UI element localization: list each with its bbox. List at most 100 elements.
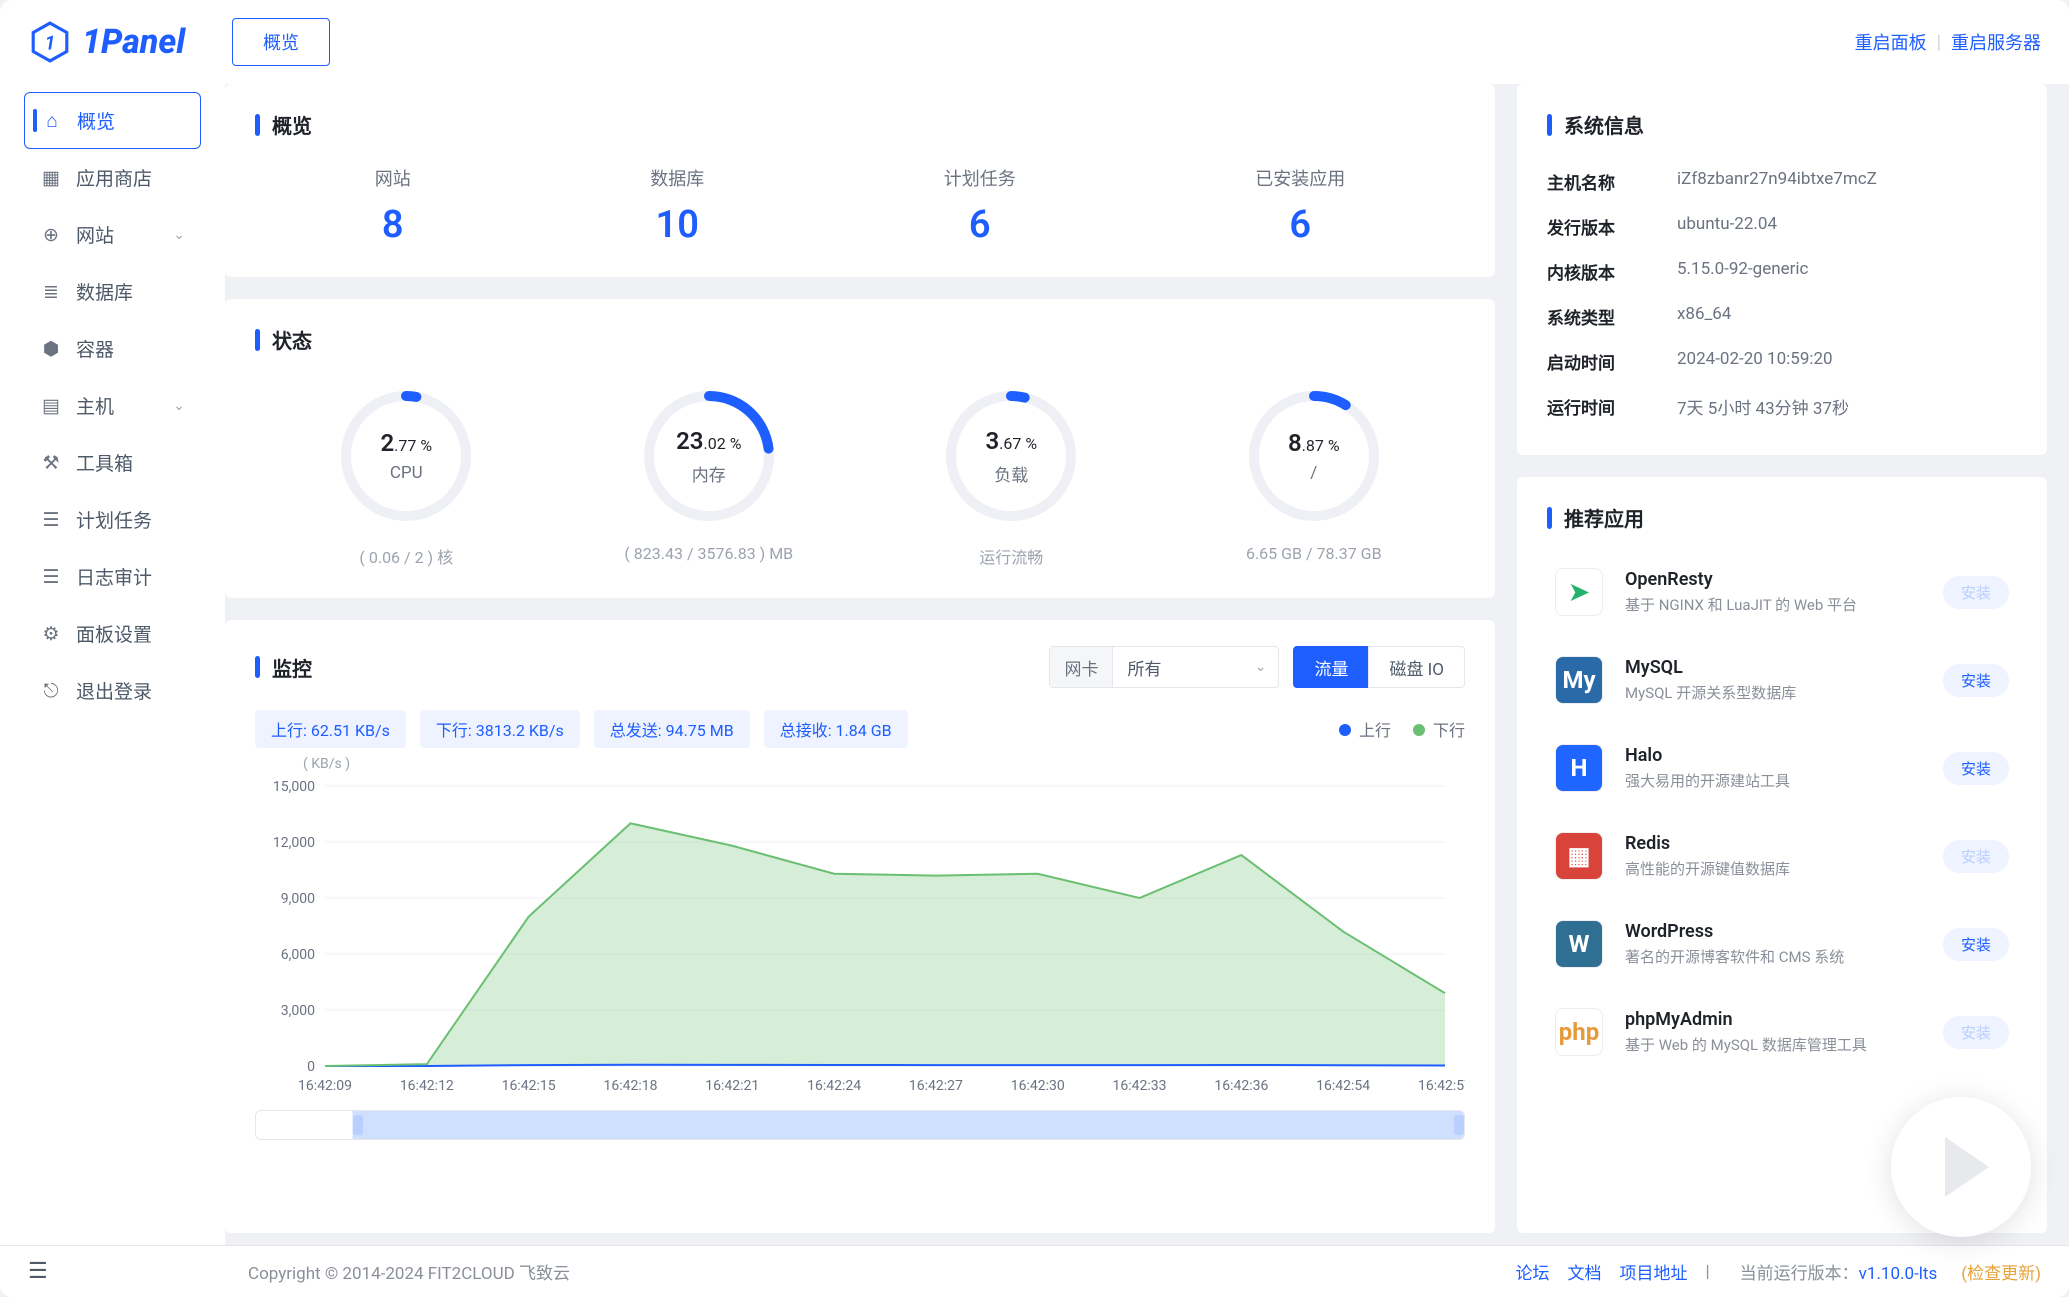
install-button[interactable]: 安装 (1943, 576, 2009, 609)
footer-project-link[interactable]: 项目地址 (1620, 1259, 1688, 1284)
sidebar-item-globe[interactable]: ⊕网站⌄ (24, 206, 201, 263)
recommend-item: W WordPress 著名的开源博客软件和 CMS 系统 安装 (1547, 904, 2017, 984)
chart-brush[interactable] (255, 1110, 1465, 1140)
sidebar-item-label: 概览 (77, 107, 115, 134)
app-name: phpMyAdmin (1625, 1009, 1921, 1030)
app-icon: W (1555, 920, 1603, 968)
sidebar-item-grid[interactable]: ▦ 应用商店 (24, 149, 201, 206)
sidebar-item-tool[interactable]: ⚒工具箱 (24, 434, 201, 491)
app-desc: 著名的开源博客软件和 CMS 系统 (1625, 946, 1921, 967)
install-button[interactable]: 安装 (1943, 752, 2009, 785)
traffic-chart: 03,0006,0009,00012,00015,00016:42:0916:4… (255, 776, 1465, 1096)
sysinfo-row: 内核版本5.15.0-92-generic (1547, 249, 2017, 294)
restart-server-link[interactable]: 重启服务器 (1951, 29, 2041, 55)
sidebar-item-label: 容器 (76, 335, 114, 362)
sidebar-item-calendar[interactable]: ☰计划任务 (24, 491, 201, 548)
sidebar-item-label: 面板设置 (76, 620, 152, 647)
home-icon: ⌂ (41, 110, 63, 132)
stat-item[interactable]: 数据库10 (650, 165, 704, 247)
install-button[interactable]: 安装 (1943, 664, 2009, 697)
gauge-name: 负载 (994, 461, 1028, 486)
install-button[interactable]: 安装 (1943, 928, 2009, 961)
restart-panel-link[interactable]: 重启面板 (1855, 29, 1927, 55)
version-text: 当前运行版本：v1.10.0-lts (1740, 1259, 1938, 1284)
sidebar-toggle-icon[interactable]: ☰ (28, 1259, 68, 1284)
sidebar-item-label: 工具箱 (76, 449, 133, 476)
status-title: 状态 (255, 325, 1465, 354)
sidebar-item-label: 应用商店 (76, 164, 152, 191)
network-card-select[interactable]: 网卡 所有 ⌄ (1049, 646, 1279, 688)
recommend-item: phpphpMyAdmin基于 Web 的 MySQL 数据库管理工具安装 (1547, 992, 2017, 1072)
app-name: WordPress (1625, 921, 1921, 942)
svg-text:0: 0 (307, 1059, 315, 1075)
gauge-sub: 运行流畅 (911, 544, 1111, 568)
sidebar-item-server[interactable]: ▤主机⌄ (24, 377, 201, 434)
svg-text:16:42:12: 16:42:12 (400, 1078, 454, 1094)
sidebar-item-home[interactable]: ⌂ 概览 (24, 92, 201, 149)
badge-total-sent: 总发送: 94.75 MB (594, 710, 750, 748)
app-desc: 基于 Web 的 MySQL 数据库管理工具 (1625, 1034, 1921, 1055)
app-desc: MySQL 开源关系型数据库 (1625, 682, 1921, 703)
app-desc: 强大易用的开源建站工具 (1625, 770, 1921, 791)
seg-disk-button[interactable]: 磁盘 IO (1368, 646, 1465, 688)
chart-unit: ( KB/s ) (303, 756, 1465, 772)
app-name: Halo (1625, 745, 1921, 766)
sidebar-item-stack[interactable]: ≣数据库 (24, 263, 201, 320)
svg-text:16:42:36: 16:42:36 (1214, 1078, 1268, 1094)
install-button[interactable]: 安装 (1943, 1016, 2009, 1049)
seg-traffic-button[interactable]: 流量 (1293, 646, 1369, 688)
sidebar-item-gear[interactable]: ⚙面板设置 (24, 605, 201, 662)
sidebar-item-label: 主机 (76, 392, 114, 419)
stack-icon: ≣ (40, 281, 62, 303)
gauge-percent: 2.77 % (380, 429, 432, 457)
sidebar-item-label: 日志审计 (76, 563, 152, 590)
badge-total-recv: 总接收: 1.84 GB (764, 710, 908, 748)
stat-item[interactable]: 已安装应用6 (1255, 165, 1345, 247)
gauge-name: / (1310, 463, 1317, 483)
gauge-sub: ( 0.06 / 2 ) 核 (306, 544, 506, 568)
svg-text:15,000: 15,000 (273, 779, 315, 795)
check-update-link[interactable]: (检查更新) (1961, 1259, 2041, 1284)
stat-value: 6 (1255, 203, 1345, 247)
footer-docs-link[interactable]: 文档 (1568, 1259, 1602, 1284)
sysinfo-card: 系统信息 主机名称iZf8zbanr27n94ibtxe7mcZ发行版本ubun… (1517, 84, 2047, 455)
box-icon: ⬢ (40, 338, 62, 360)
svg-text:16:42:18: 16:42:18 (603, 1078, 657, 1094)
svg-text:16:42:24: 16:42:24 (807, 1078, 861, 1094)
svg-text:16:42:57: 16:42:57 (1418, 1078, 1465, 1094)
page-tab-overview[interactable]: 概览 (232, 18, 330, 66)
stat-value: 8 (375, 203, 411, 247)
sidebar-item-box[interactable]: ⬢ 容器 (24, 320, 201, 377)
recommend-item: ▦Redis高性能的开源键值数据库安装 (1547, 816, 2017, 896)
sysinfo-key: 运行时间 (1547, 394, 1647, 419)
gauge-sub: ( 823.43 / 3576.83 ) MB (609, 544, 809, 563)
globe-icon: ⊕ (40, 224, 62, 246)
stat-label: 数据库 (650, 165, 704, 191)
gauge: 3.67 % 负载运行流畅 (911, 386, 1111, 568)
sysinfo-value: iZf8zbanr27n94ibtxe7mcZ (1677, 169, 1877, 194)
app-name: MySQL (1625, 657, 1921, 678)
stat-item[interactable]: 计划任务6 (944, 165, 1016, 247)
gauge-name: 内存 (692, 461, 726, 486)
install-button[interactable]: 安装 (1943, 840, 2009, 873)
play-button[interactable] (1891, 1097, 2031, 1237)
stat-item[interactable]: 网站8 (375, 165, 411, 247)
app-desc: 基于 NGINX 和 LuaJIT 的 Web 平台 (1625, 594, 1921, 615)
svg-text:16:42:54: 16:42:54 (1316, 1078, 1370, 1094)
sidebar-item-audit[interactable]: ☰日志审计 (24, 548, 201, 605)
grid-icon: ▦ (40, 167, 62, 189)
gauge-percent: 3.67 % (985, 427, 1037, 455)
app-icon: My (1555, 656, 1603, 704)
sysinfo-row: 运行时间7天 5小时 43分钟 37秒 (1547, 384, 2017, 429)
sidebar-item-label: 退出登录 (76, 677, 152, 704)
footer: ☰ Copyright © 2014-2024 FIT2CLOUD 飞致云 论坛… (0, 1245, 2069, 1297)
footer-forum-link[interactable]: 论坛 (1516, 1259, 1550, 1284)
sysinfo-value: 2024-02-20 10:59:20 (1677, 349, 1833, 374)
monitor-title: 监控 (255, 653, 1035, 682)
sidebar-item-logout[interactable]: ⎋退出登录 (24, 662, 201, 719)
brand-logo[interactable]: 1 1Panel (28, 20, 228, 64)
net-select-value: 所有 (1113, 655, 1242, 680)
sysinfo-row: 启动时间2024-02-20 10:59:20 (1547, 339, 2017, 384)
overview-card: 概览 网站8数据库10计划任务6已安装应用6 (225, 84, 1495, 277)
calendar-icon: ☰ (40, 509, 62, 531)
